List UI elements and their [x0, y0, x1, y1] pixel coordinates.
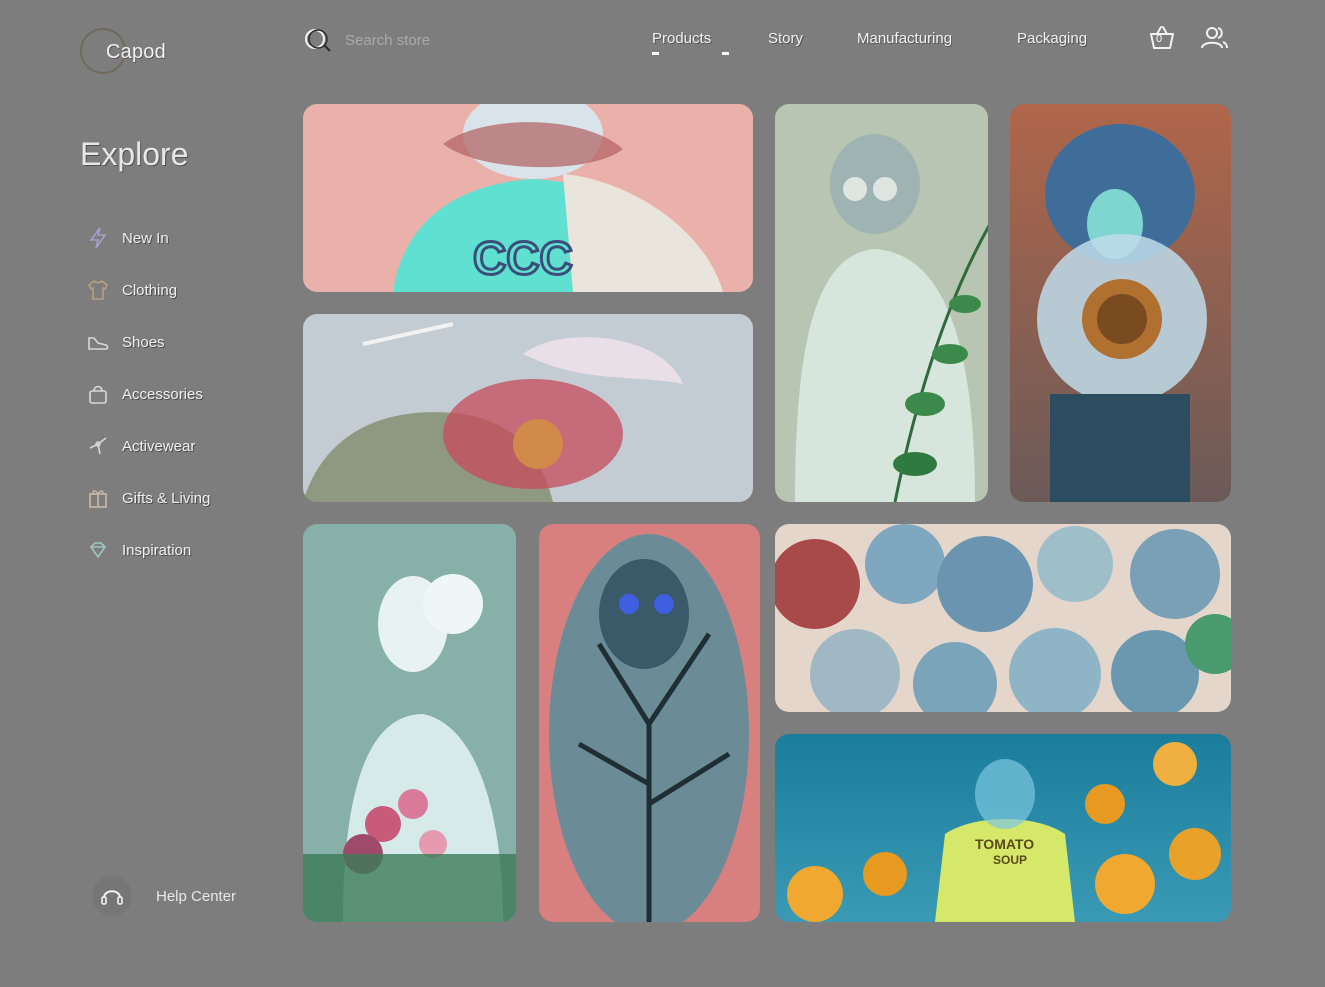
dumbbell-icon: [89, 437, 107, 455]
tile-sunflower-face[interactable]: [1010, 104, 1231, 502]
search-bar[interactable]: [303, 26, 547, 54]
search-input[interactable]: [343, 30, 547, 50]
sidebar-item-clothing[interactable]: Clothing: [86, 276, 210, 304]
nav-item-products[interactable]: Products: [652, 30, 729, 55]
cart-count: 0: [1156, 33, 1163, 45]
sidebar-item-inspiration[interactable]: Inspiration: [86, 536, 210, 564]
page-title: Explore: [80, 136, 189, 172]
sidebar-item-label: Gifts & Living: [122, 489, 211, 507]
nav-item-packaging[interactable]: Packaging: [1017, 30, 1087, 47]
search-icon[interactable]: [303, 26, 333, 54]
gift-icon: [89, 490, 107, 508]
nav-label-story: Story: [768, 30, 804, 47]
photo-bow-flower: [303, 314, 753, 502]
bag-icon: [89, 385, 107, 404]
cart-button[interactable]: 0: [1146, 22, 1178, 54]
sidebar-item-label: New In: [122, 229, 169, 247]
photo-poppies-shirt: TOMATO SOUP: [775, 734, 1231, 922]
photo-sunflower-face: [1010, 104, 1231, 502]
sidebar-item-gifts-living[interactable]: Gifts & Living: [86, 484, 210, 512]
nav-item-manufacturing[interactable]: Manufacturing: [857, 30, 952, 47]
tile-tree-portrait[interactable]: [539, 524, 760, 922]
sidebar-item-label: Shoes: [122, 333, 165, 351]
account-button[interactable]: [1198, 22, 1230, 54]
nav-label-packaging: Packaging: [1017, 30, 1088, 47]
lightning-icon: [89, 227, 107, 249]
photo-pink-jacket: CCC: [303, 104, 753, 292]
tile-statue-flowers[interactable]: [303, 524, 516, 922]
sidebar-item-accessories[interactable]: Accessories: [86, 380, 210, 408]
help-center-label: Help Center: [156, 887, 237, 905]
active-underline-end: [722, 52, 729, 55]
nav-label-manufacturing: Manufacturing: [857, 30, 953, 47]
tile-portrait-plant[interactable]: [775, 104, 988, 502]
tile-bow-flower[interactable]: [303, 314, 753, 502]
photo-portrait-plant: [775, 104, 988, 502]
sidebar-item-shoes[interactable]: Shoes: [86, 328, 210, 356]
photo-chrysanthemums: [775, 524, 1231, 712]
tile-pink-jacket[interactable]: CCC: [303, 104, 753, 292]
sidebar-menu: New In Clothing Shoes Accessories Active…: [86, 224, 210, 588]
svg-text:TOMATO: TOMATO: [975, 836, 1034, 852]
tile-poppies-shirt[interactable]: TOMATO SOUP: [775, 734, 1231, 922]
sidebar-item-new-in[interactable]: New In: [86, 224, 210, 252]
svg-text:CCC: CCC: [473, 232, 573, 284]
users-icon: [1201, 27, 1228, 49]
brand-logo[interactable]: Capod: [80, 28, 166, 76]
headset-icon: [101, 890, 123, 905]
sidebar-item-label: Accessories: [122, 385, 203, 403]
sidebar-item-label: Clothing: [122, 281, 178, 299]
shirt-icon: [87, 279, 109, 300]
nav-item-story[interactable]: Story: [768, 30, 803, 47]
active-underline-start: [652, 52, 659, 55]
sidebar-item-label: Activewear: [122, 437, 196, 455]
help-center-button[interactable]: Help Center: [92, 876, 236, 916]
sidebar-item-activewear[interactable]: Activewear: [86, 432, 210, 460]
help-circle: [92, 876, 132, 916]
nav-label-products: Products: [652, 30, 712, 47]
photo-tree-portrait: [539, 524, 760, 922]
photo-statue-flowers: [303, 524, 516, 922]
brand-name: Capod: [106, 40, 166, 63]
sidebar-item-label: Inspiration: [122, 541, 192, 559]
svg-text:SOUP: SOUP: [993, 853, 1027, 867]
tile-chrysanthemums[interactable]: [775, 524, 1231, 712]
shoe-icon: [88, 337, 109, 350]
diamond-icon: [89, 542, 107, 559]
